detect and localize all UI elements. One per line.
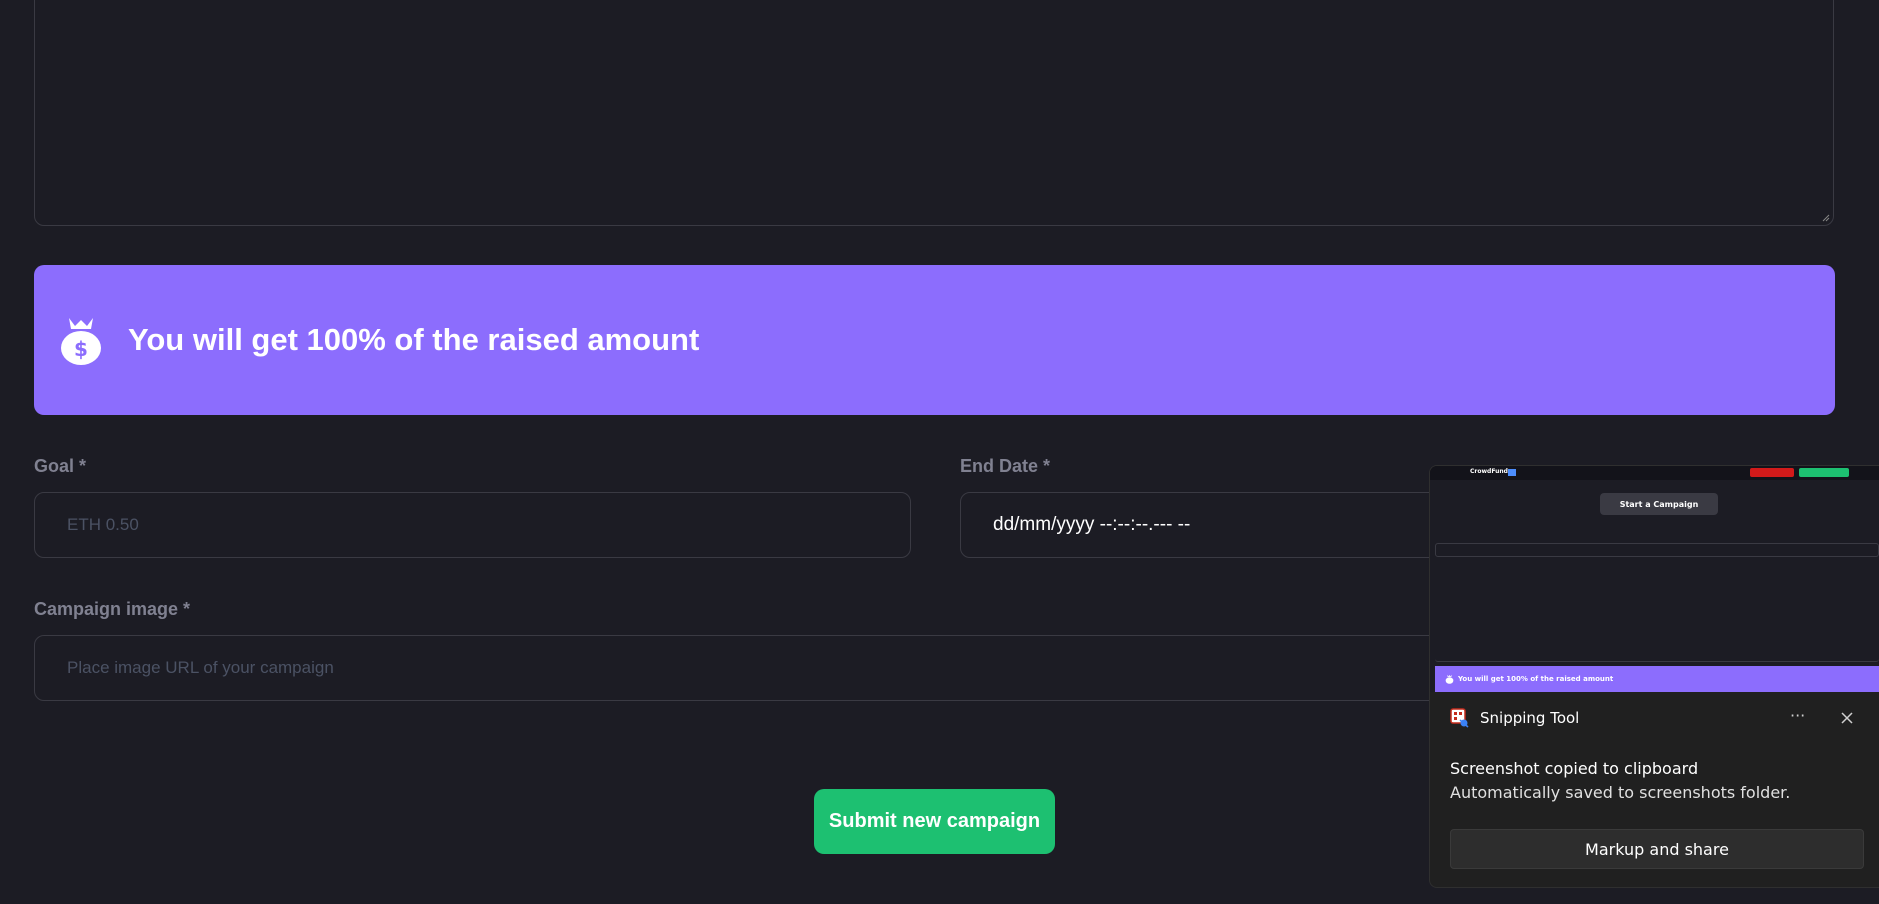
goal-placeholder: ETH 0.50 — [67, 515, 139, 534]
thumbnail-banner: You will get 100% of the raised amount — [1435, 666, 1879, 692]
close-icon[interactable] — [1839, 710, 1855, 726]
resize-handle-icon[interactable] — [1822, 214, 1830, 222]
campaign-image-placeholder: Place image URL of your campaign — [67, 658, 334, 677]
thumbnail-money-bag-icon — [1445, 674, 1454, 684]
more-options-button[interactable]: ··· — [1790, 706, 1805, 725]
submit-campaign-button[interactable]: Submit new campaign — [814, 789, 1055, 854]
thumbnail-logo: CrowdFund — [1470, 468, 1508, 475]
banner-text: You will get 100% of the raised amount — [128, 322, 700, 357]
toast-app-header: Snipping Tool — [1450, 708, 1579, 728]
toast-body: Automatically saved to screenshots folde… — [1450, 783, 1791, 802]
toast-title: Screenshot copied to clipboard — [1450, 759, 1699, 778]
svg-text:$: $ — [74, 337, 88, 361]
toast-app-name: Snipping Tool — [1480, 709, 1580, 727]
goal-label: Goal * — [34, 456, 87, 476]
campaign-image-label: Campaign image * — [34, 599, 191, 619]
snipping-tool-notification[interactable]: CrowdFund Start a Campaign You will get … — [1429, 465, 1879, 888]
thumbnail-logo-icon — [1508, 469, 1516, 476]
money-bag-icon: $ — [61, 318, 101, 365]
thumbnail-heading: Start a Campaign — [1600, 493, 1718, 515]
thumbnail-story-input — [1435, 578, 1879, 662]
screenshot-thumbnail[interactable]: CrowdFund Start a Campaign You will get … — [1430, 466, 1879, 692]
info-banner: $ You will get 100% of the raised amount — [34, 265, 1835, 415]
story-textarea[interactable] — [34, 0, 1834, 226]
thumbnail-banner-text: You will get 100% of the raised amount — [1458, 675, 1614, 683]
snipping-tool-icon — [1450, 708, 1469, 728]
end-date-value: dd/mm/yyyy --:--:--.--- -- — [993, 514, 1191, 535]
end-date-label: End Date * — [960, 456, 1051, 476]
thumbnail-green-button — [1799, 468, 1849, 477]
markup-and-share-button[interactable]: Markup and share — [1450, 829, 1864, 869]
thumbnail-red-button — [1750, 468, 1794, 477]
goal-input[interactable]: ETH 0.50 — [34, 492, 911, 558]
thumbnail-title-input — [1435, 543, 1879, 557]
